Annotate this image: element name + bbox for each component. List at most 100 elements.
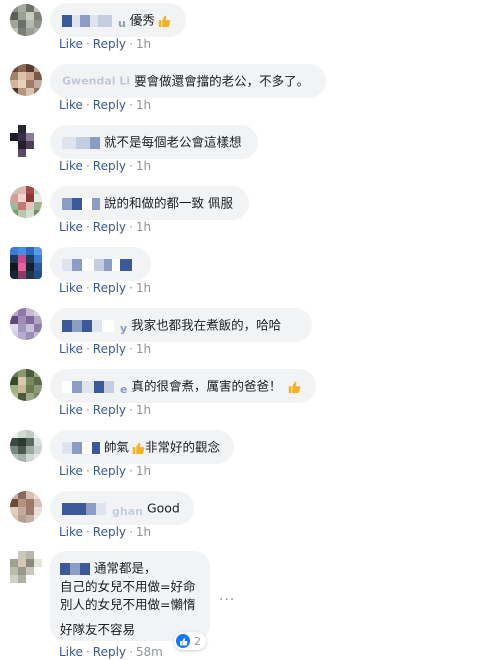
comment-text-continued: 非常好的觀念 — [145, 439, 221, 455]
like-link[interactable]: Like — [59, 37, 83, 51]
comment-bubble: 就不是每個老公會這樣想 — [50, 125, 258, 159]
separator: · — [85, 159, 90, 173]
separator: · — [129, 220, 133, 234]
thumbs-up-icon — [158, 15, 171, 27]
timestamp[interactable]: 1h — [136, 98, 151, 112]
like-link[interactable]: Like — [59, 403, 83, 417]
timestamp[interactable]: 1h — [136, 403, 151, 417]
thumbs-up-icon — [132, 442, 145, 454]
like-link[interactable]: Like — [59, 464, 83, 478]
comment-text: 真的很會煮，厲害的爸爸！ — [131, 378, 282, 394]
reply-link[interactable]: Reply — [93, 403, 126, 417]
reply-link[interactable]: Reply — [93, 281, 126, 295]
timestamp[interactable]: 1h — [136, 525, 151, 539]
commenter-name[interactable] — [62, 441, 100, 454]
reply-link[interactable]: Reply — [93, 37, 126, 51]
avatar[interactable] — [10, 125, 42, 157]
comment-actions: Like · Reply · 58m — [59, 645, 163, 659]
comment-actions: Like · Reply · 1h — [59, 159, 151, 173]
separator: · — [85, 464, 90, 478]
timestamp[interactable]: 58m — [136, 645, 163, 659]
timestamp[interactable]: 1h — [136, 37, 151, 51]
avatar[interactable] — [10, 491, 42, 523]
commenter-name[interactable]: y — [62, 319, 127, 335]
avatar[interactable] — [10, 551, 42, 583]
separator: · — [85, 525, 90, 539]
separator: · — [129, 403, 133, 417]
separator: · — [85, 281, 90, 295]
comment-bubble: e 真的很會煮，厲害的爸爸！ — [50, 369, 316, 403]
comment-line: 別人的女兒不用做=懶惰 — [60, 596, 196, 612]
reply-link[interactable]: Reply — [93, 464, 126, 478]
separator: · — [129, 98, 133, 112]
reply-link[interactable]: Reply — [93, 525, 126, 539]
like-reaction-icon — [176, 634, 190, 648]
reply-link[interactable]: Reply — [93, 98, 126, 112]
commenter-name[interactable] — [62, 258, 132, 271]
avatar[interactable] — [10, 430, 42, 462]
comment-text: Good — [146, 500, 180, 516]
reaction-badge[interactable]: 2 — [174, 632, 206, 650]
avatar[interactable] — [10, 4, 42, 36]
timestamp[interactable]: 1h — [136, 220, 151, 234]
avatar[interactable] — [10, 247, 42, 279]
commenter-name[interactable] — [62, 136, 100, 149]
like-link[interactable]: Like — [59, 98, 83, 112]
avatar[interactable] — [10, 369, 42, 401]
comment-actions: Like · Reply · 1h — [59, 342, 151, 356]
separator: · — [129, 645, 133, 659]
separator: · — [129, 37, 133, 51]
like-link[interactable]: Like — [59, 281, 83, 295]
comment-text: 通常都是， — [94, 560, 157, 576]
like-link[interactable]: Like — [59, 645, 83, 659]
comment-bubble: y 我家也都我在煮飯的，哈哈 — [50, 308, 312, 342]
reply-link[interactable]: Reply — [93, 342, 126, 356]
commenter-name[interactable]: ghan — [62, 502, 143, 518]
comment-bubble — [50, 247, 151, 281]
timestamp[interactable]: 1h — [136, 342, 151, 356]
separator: · — [85, 342, 90, 356]
comment-text: 說的和做的都一致 佩服 — [104, 195, 233, 211]
comment-line: 自己的女兒不用做=好命 — [60, 578, 196, 594]
separator: · — [129, 159, 133, 173]
commenter-name[interactable]: Gwendal Li — [62, 72, 130, 91]
reply-link[interactable]: Reply — [93, 220, 126, 234]
comment-bubble: 帥氣 非常好的觀念 — [50, 430, 234, 464]
avatar[interactable] — [10, 308, 42, 340]
comment-text: 我家也都我在煮飯的，哈哈 — [131, 317, 282, 333]
timestamp[interactable]: 1h — [136, 159, 151, 173]
comment-actions: Like · Reply · 1h — [59, 464, 151, 478]
comment-text: 要會做還會擋的老公，不多了。 — [134, 73, 310, 89]
commenter-name[interactable]: e — [62, 380, 127, 396]
separator: · — [85, 220, 90, 234]
avatar[interactable] — [10, 64, 42, 96]
comment-text: 優秀 — [129, 12, 155, 28]
comment-actions: Like · Reply · 1h — [59, 37, 151, 51]
timestamp[interactable]: 1h — [136, 464, 151, 478]
comment-actions: Like · Reply · 1h — [59, 525, 151, 539]
reaction-count: 2 — [194, 634, 201, 648]
comment-bubble: Gwendal Li 要會做還會擋的老公，不多了。 — [50, 64, 326, 98]
comment-actions: Like · Reply · 1h — [59, 98, 151, 112]
like-link[interactable]: Like — [59, 220, 83, 234]
reply-link[interactable]: Reply — [93, 645, 126, 659]
comment-bubble: u 優秀 — [50, 3, 186, 37]
commenter-name[interactable] — [62, 197, 100, 210]
like-link[interactable]: Like — [59, 159, 83, 173]
comment-actions: Like · Reply · 1h — [59, 281, 151, 295]
separator: · — [129, 281, 133, 295]
avatar[interactable] — [10, 186, 42, 218]
more-options-icon[interactable]: ··· — [219, 592, 235, 608]
like-link[interactable]: Like — [59, 525, 83, 539]
timestamp[interactable]: 1h — [136, 281, 151, 295]
commenter-name[interactable]: u — [62, 14, 126, 30]
reply-link[interactable]: Reply — [93, 159, 126, 173]
separator: · — [85, 98, 90, 112]
comment-text: 帥氣 — [104, 439, 130, 455]
commenter-name[interactable] — [60, 562, 90, 575]
comment-line: 通常都是， — [60, 559, 200, 578]
like-link[interactable]: Like — [59, 342, 83, 356]
thumbs-up-icon — [289, 381, 301, 393]
comment-bubble: ghan Good — [50, 491, 194, 525]
comment-actions: Like · Reply · 1h — [59, 403, 151, 417]
